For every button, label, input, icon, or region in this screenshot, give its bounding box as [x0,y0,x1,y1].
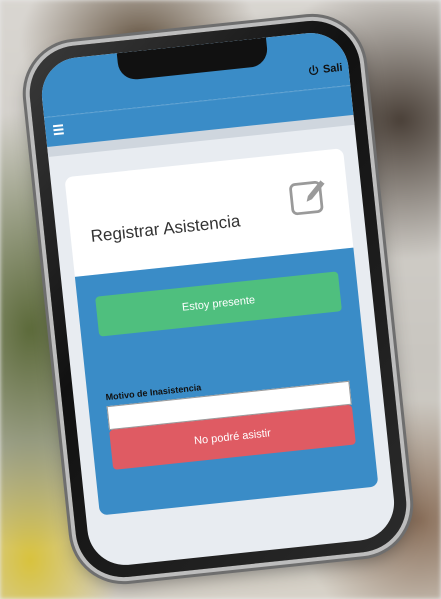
present-button[interactable]: Estoy presente [95,271,342,337]
card-title: Registrar Asistencia [89,211,242,246]
phone-screen: Sali Registrar Asistencia Estoy presente… [38,29,398,569]
logout-button[interactable]: Sali [307,62,343,78]
scene: Sali Registrar Asistencia Estoy presente… [0,0,441,599]
phone-frame: Sali Registrar Asistencia Estoy presente… [25,16,411,582]
edit-icon [289,179,326,216]
power-icon [309,65,319,75]
hamburger-menu-icon[interactable] [52,124,64,136]
attendance-card: Registrar Asistencia Estoy presente Moti… [64,148,379,516]
logout-label: Sali [322,61,344,76]
card-body: Estoy presente Motivo de Inasistencia No… [74,247,379,516]
